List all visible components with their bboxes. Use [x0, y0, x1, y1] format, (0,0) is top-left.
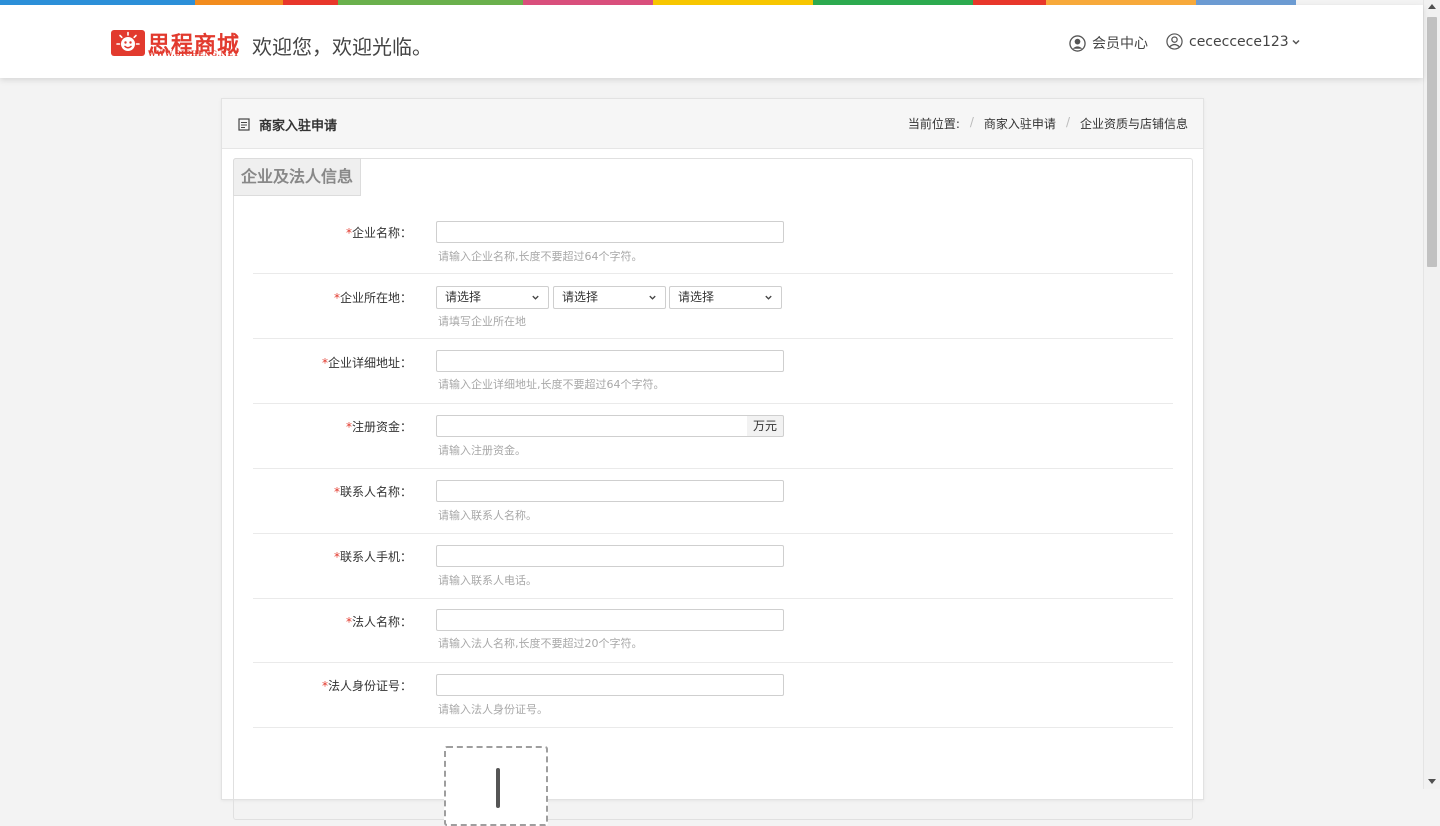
breadcrumb-item-current: 企业资质与店铺信息	[1079, 117, 1188, 131]
scroll-up-arrow-icon[interactable]	[1428, 4, 1436, 9]
form-row-company-name: *企业名称： 请输入企业名称,长度不要超过64个字符。	[253, 209, 1173, 274]
section-title: 企业及法人信息	[233, 158, 361, 196]
legal-id-help: 请输入法人身份证号。	[438, 703, 548, 716]
legal-id-label: *法人身份证号：	[321, 679, 412, 693]
registered-capital-label: *注册资金：	[345, 420, 412, 434]
breadcrumb: 当前位置: / 商家入驻申请 / 企业资质与店铺信息	[908, 115, 1188, 132]
form-row-company-address: *企业详细地址： 请输入企业详细地址,长度不要超过64个字符。	[253, 339, 1173, 404]
company-name-input[interactable]	[436, 221, 784, 243]
legal-name-input[interactable]	[436, 609, 784, 631]
city-select[interactable]: 请选择	[553, 286, 666, 309]
registered-capital-input[interactable]	[436, 415, 748, 437]
legal-name-label: *法人名称：	[345, 615, 412, 629]
stripe-segment	[1046, 0, 1196, 5]
scrollbar-thumb[interactable]	[1427, 17, 1437, 267]
site-logo[interactable]: 思程商城 WWW.SICHENG.NET	[111, 28, 245, 60]
user-outline-icon	[1166, 33, 1183, 50]
document-icon	[238, 118, 250, 131]
breadcrumb-item-apply[interactable]: 商家入驻申请	[984, 115, 1056, 132]
form-row-legal-id: *法人身份证号： 请输入法人身份证号。	[253, 663, 1173, 728]
breadcrumb-separator: /	[1065, 115, 1070, 129]
user-circle-icon	[1069, 34, 1086, 52]
contact-name-help: 请输入联系人名称。	[438, 509, 537, 522]
application-panel: 商家入驻申请 当前位置: / 商家入驻申请 / 企业资质与店铺信息 企业及法人信…	[221, 98, 1204, 826]
user-menu-dropdown[interactable]: cececcece123	[1166, 33, 1301, 50]
stripe-segment	[338, 0, 523, 5]
plus-icon	[496, 768, 500, 808]
province-select[interactable]: 请选择	[436, 286, 549, 309]
member-center-label: 会员中心	[1092, 36, 1148, 52]
chevron-down-icon	[1292, 39, 1300, 45]
logo-subtitle: WWW.SICHENG.NET	[148, 49, 240, 58]
contact-phone-help: 请输入联系人电话。	[438, 574, 537, 587]
company-address-help: 请输入企业详细地址,长度不要超过64个字符。	[438, 378, 665, 391]
company-location-help: 请填写企业所在地	[438, 315, 526, 328]
capital-unit-addon: 万元	[747, 415, 784, 437]
contact-name-label: *联系人名称：	[333, 485, 412, 499]
panel-title: 商家入驻申请	[238, 115, 337, 134]
username-label: cececcece123	[1189, 33, 1289, 50]
sun-face-logo-icon	[111, 30, 145, 56]
company-legal-section: 企业及法人信息 *企业名称： 请输入企业名称,长度不要超过64个字符。 *企业所…	[233, 158, 1193, 826]
site-header: 思程商城 WWW.SICHENG.NET 欢迎您，欢迎光临。 会员中心 cece…	[0, 5, 1423, 78]
breadcrumb-prefix: 当前位置:	[907, 117, 960, 131]
breadcrumb-separator: /	[969, 115, 974, 129]
panel-title-text: 商家入驻申请	[259, 119, 338, 134]
district-select[interactable]: 请选择	[669, 286, 782, 309]
stripe-segment	[653, 0, 813, 5]
image-upload-box[interactable]	[444, 746, 548, 826]
company-address-label: *企业详细地址：	[321, 356, 412, 370]
chevron-down-icon	[532, 295, 539, 300]
welcome-text: 欢迎您，欢迎光临。	[252, 35, 432, 59]
company-name-label: *企业名称：	[345, 226, 412, 240]
stripe-segment	[0, 0, 195, 5]
form-row-legal-name: *法人名称： 请输入法人名称,长度不要超过20个字符。	[253, 599, 1173, 663]
panel-header: 商家入驻申请 当前位置: / 商家入驻申请 / 企业资质与店铺信息	[222, 99, 1203, 149]
company-location-label: *企业所在地：	[333, 291, 412, 305]
form-row-contact-name: *联系人名称： 请输入联系人名称。	[253, 469, 1173, 534]
contact-phone-label: *联系人手机：	[333, 550, 412, 564]
contact-name-input[interactable]	[436, 480, 784, 502]
member-center-link[interactable]: 会员中心	[1069, 33, 1148, 53]
registered-capital-help: 请输入注册资金。	[438, 444, 526, 457]
color-stripe	[0, 0, 1423, 5]
chevron-down-icon	[765, 295, 772, 300]
stripe-segment	[283, 0, 338, 5]
form-row-company-location: *企业所在地： 请选择 请选择 请选择 请填写企业所在地	[253, 274, 1173, 339]
company-address-input[interactable]	[436, 350, 784, 372]
scroll-down-arrow-icon[interactable]	[1428, 779, 1436, 784]
legal-id-input[interactable]	[436, 674, 784, 696]
stripe-segment	[195, 0, 283, 5]
stripe-segment	[1196, 0, 1296, 5]
form-row-contact-phone: *联系人手机： 请输入联系人电话。	[253, 534, 1173, 599]
form-row-registered-capital: *注册资金： 万元 请输入注册资金。	[253, 404, 1173, 469]
stripe-segment	[813, 0, 973, 5]
company-name-help: 请输入企业名称,长度不要超过64个字符。	[438, 250, 643, 263]
page-scrollbar[interactable]	[1423, 0, 1440, 789]
legal-name-help: 请输入法人名称,长度不要超过20个字符。	[438, 637, 643, 650]
contact-phone-input[interactable]	[436, 545, 784, 567]
stripe-segment	[973, 0, 1046, 5]
stripe-segment	[523, 0, 653, 5]
chevron-down-icon	[649, 295, 656, 300]
